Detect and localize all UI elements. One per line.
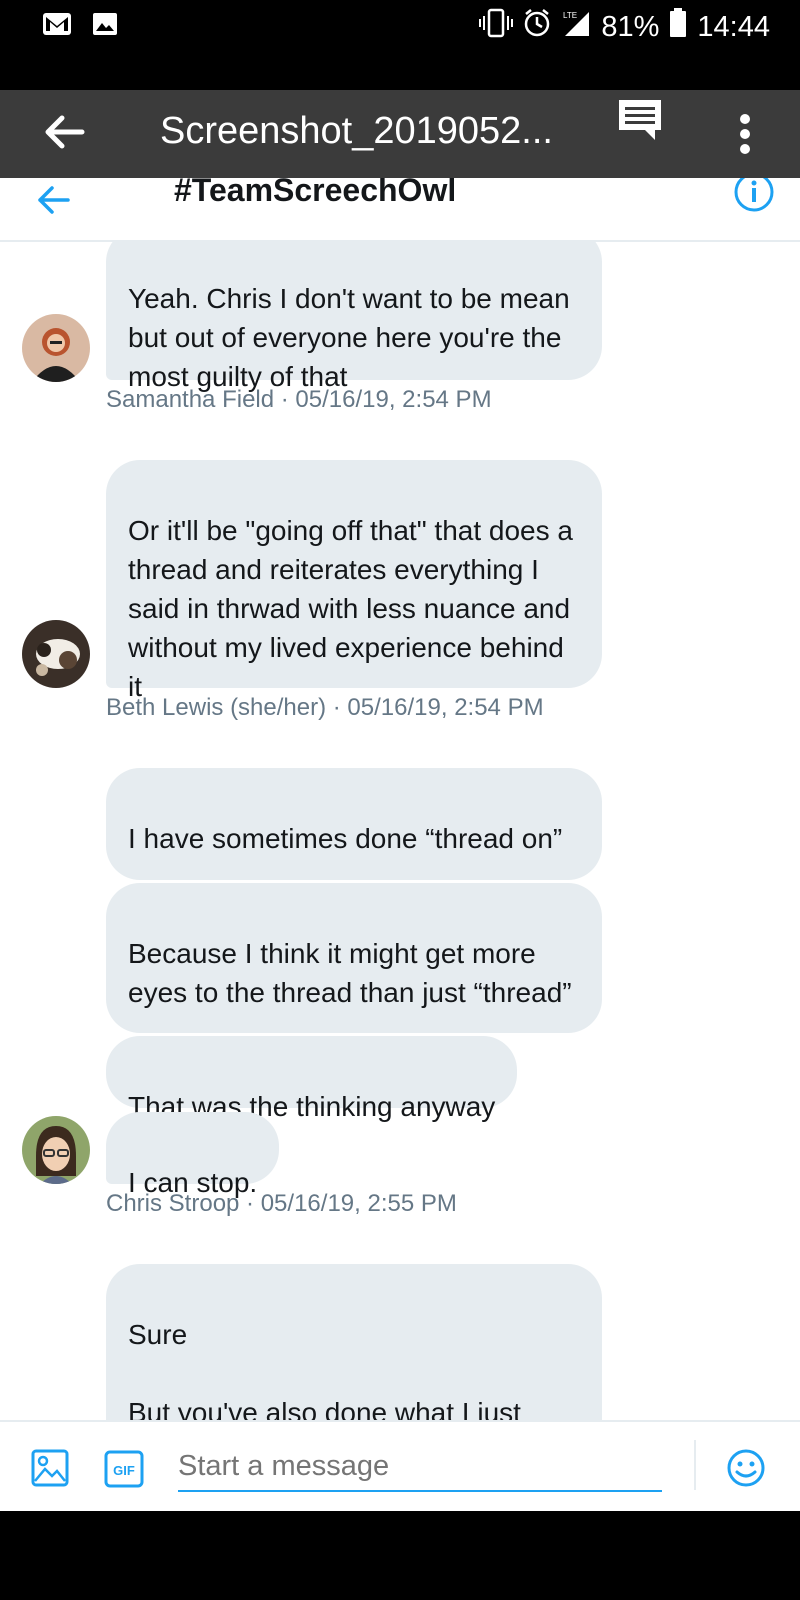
avatar-beth-lewis[interactable]: [22, 620, 90, 688]
clock-time: 14:44: [697, 10, 770, 43]
composer-divider: [694, 1440, 696, 1490]
vibrate-icon: [479, 8, 514, 46]
comment-icon[interactable]: [615, 96, 665, 149]
message-meta: Chris Stroop · 05/16/19, 2:55 PM: [106, 1190, 457, 1217]
message-bubble[interactable]: I have sometimes done “thread on”: [106, 768, 602, 880]
avatar-chris-stroop[interactable]: [22, 1116, 90, 1184]
message-composer: GIF: [0, 1420, 800, 1511]
conversation-title: #TeamScreechOwl: [174, 178, 457, 208]
message-bubble[interactable]: That was the thinking anyway: [106, 1036, 518, 1122]
dm-conversation: Yeah. Chris I don't want to be mean but …: [0, 178, 800, 1511]
message-text: Because I think it might get more eyes t…: [128, 938, 572, 1008]
message-text: I have sometimes done “thread on”: [128, 823, 563, 854]
message-text: Sure But you've also done what I just de…: [128, 1319, 521, 1420]
message-input[interactable]: [178, 1442, 662, 1492]
gif-icon[interactable]: GIF: [104, 1450, 144, 1493]
image-viewer-toolbar: Screenshot_2019052...: [0, 90, 800, 178]
image-icon[interactable]: [30, 1448, 70, 1493]
gallery-icon: [92, 12, 118, 41]
status-bar: LTE 81% 14:44: [0, 0, 800, 56]
alarm-icon: [523, 8, 551, 46]
message-bubble[interactable]: Or it'll be "going off that" that does a…: [106, 460, 602, 702]
message-bubble[interactable]: I can stop.: [106, 1112, 280, 1198]
battery-percent: 81%: [601, 10, 660, 43]
message-bubble[interactable]: Sure But you've also done what I just de…: [106, 1264, 602, 1420]
info-icon[interactable]: [732, 178, 776, 219]
conversation-header: #TeamScreechOwl: [0, 178, 800, 242]
more-vert-icon[interactable]: [738, 112, 752, 156]
gmail-icon: [42, 12, 72, 41]
navigation-bar-area: [0, 1511, 800, 1600]
svg-text:GIF: GIF: [113, 1463, 135, 1478]
message-meta: Samantha Field · 05/16/19, 2:54 PM: [106, 386, 492, 413]
back-arrow-icon[interactable]: [34, 180, 74, 225]
avatar-samantha-field[interactable]: [22, 314, 90, 382]
viewer-title: Screenshot_2019052...: [160, 110, 553, 152]
svg-text:LTE: LTE: [563, 11, 577, 20]
emoji-icon[interactable]: [726, 1448, 766, 1493]
viewer-back-arrow-icon[interactable]: [40, 108, 88, 156]
message-text: Or it'll be "going off that" that does a…: [128, 515, 573, 702]
message-text: Yeah. Chris I don't want to be mean but …: [128, 283, 570, 392]
message-bubble[interactable]: Yeah. Chris I don't want to be mean but …: [106, 228, 602, 392]
battery-icon: [669, 8, 687, 46]
message-meta: Beth Lewis (she/her) · 05/16/19, 2:54 PM: [106, 694, 544, 721]
message-list[interactable]: Yeah. Chris I don't want to be mean but …: [0, 178, 800, 1420]
message-bubble[interactable]: Because I think it might get more eyes t…: [106, 883, 602, 1033]
signal-icon: LTE: [561, 8, 591, 46]
